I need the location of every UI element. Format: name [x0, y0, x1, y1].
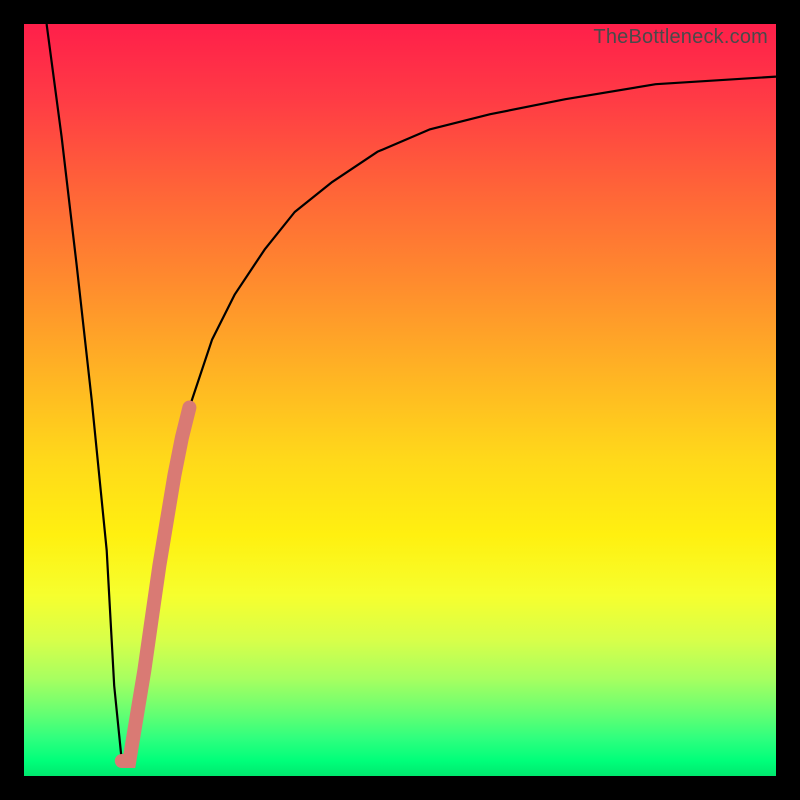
chart-overlay — [24, 24, 776, 776]
bottleneck-curve — [47, 24, 776, 761]
chart-frame: TheBottleneck.com — [0, 0, 800, 800]
highlight-marker — [122, 408, 190, 762]
chart-plot-area: TheBottleneck.com — [24, 24, 776, 776]
